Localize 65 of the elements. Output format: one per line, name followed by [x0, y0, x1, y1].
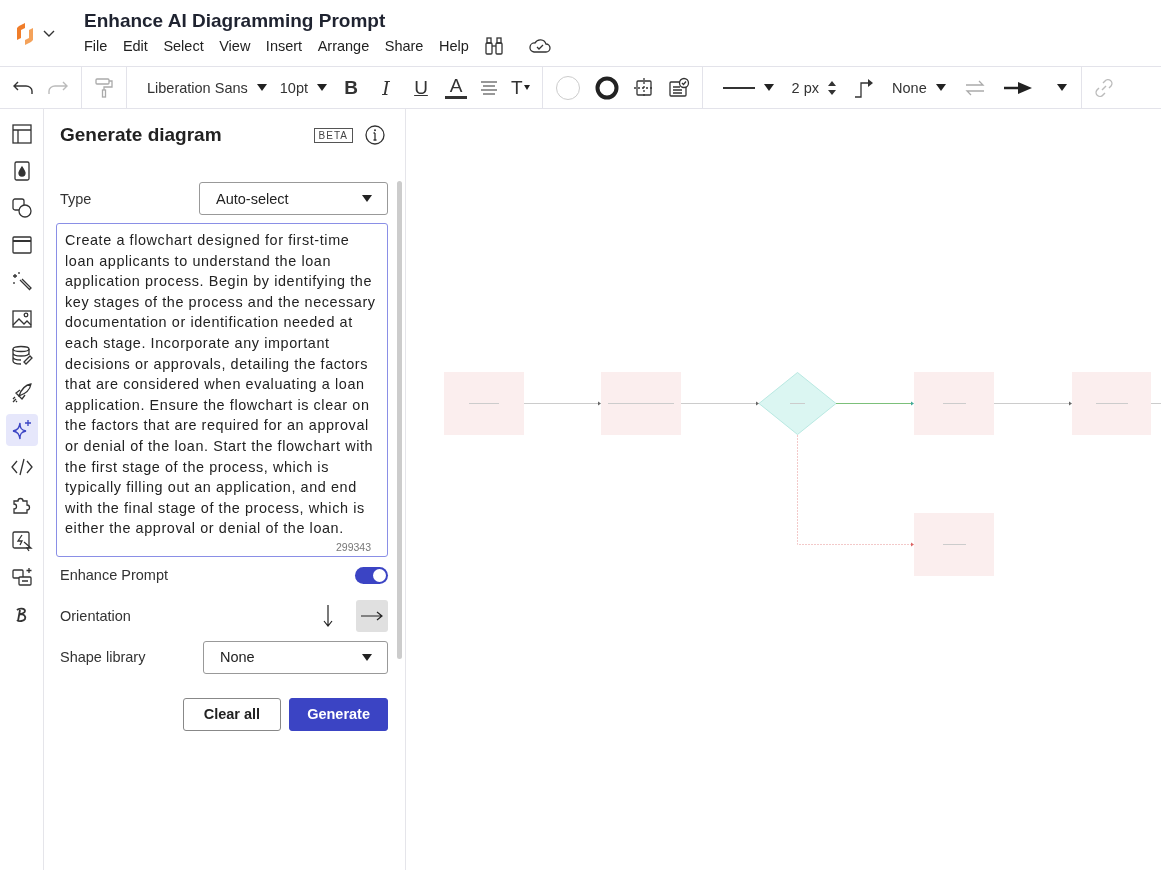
- lightning-cursor-icon: [10, 530, 33, 552]
- line-start-dropdown[interactable]: None: [892, 79, 946, 96]
- type-label: Type: [59, 190, 92, 207]
- font-dropdown[interactable]: Liberation Sans: [147, 79, 267, 96]
- arrow-right-icon: [361, 609, 383, 622]
- menu-item[interactable]: File: [84, 38, 108, 54]
- arrow-end-icon: [1003, 81, 1032, 94]
- menu-item[interactable]: Share: [384, 38, 424, 54]
- format-button[interactable]: I: [375, 76, 397, 99]
- fill-color-icon[interactable]: [554, 74, 581, 101]
- shapes-icon: [10, 197, 33, 219]
- code-icon: [10, 456, 33, 478]
- line-end-dropdown[interactable]: [1003, 81, 1067, 94]
- image-icon: [10, 308, 33, 330]
- orientation-label: Orientation: [59, 607, 131, 624]
- menu-item[interactable]: Edit: [122, 38, 148, 54]
- menu-item[interactable]: Help: [438, 38, 469, 54]
- chevron-down-icon[interactable]: [43, 30, 55, 38]
- line-style-icon: [722, 85, 755, 90]
- chat-add-icon: [10, 567, 33, 589]
- line-width-stepper[interactable]: 2 px: [791, 79, 837, 96]
- binoculars-icon[interactable]: [484, 36, 505, 56]
- type-dropdown[interactable]: Auto-select: [199, 182, 388, 215]
- window-icon: [10, 234, 33, 256]
- rocket-icon: [10, 382, 33, 404]
- arrow-down-icon: [322, 604, 334, 627]
- line-style-dropdown[interactable]: [722, 84, 774, 91]
- logo-icon[interactable]: [15, 23, 35, 45]
- panel-title: Generate diagram: [60, 124, 223, 146]
- prompt-text: Create a flowchart designed for first-time loan applicants to understand the loan application process. Begin by identifying the key stages of the process and the necessary documentation or identification needed at each stage. Incorporate any important decisions or approvals, detailing the factors that are considered when evaluating a loan application. Ensure the flowchart is clear on the factors that are required for an approval or denial of the loan. Start the flowchart with the first stage of the process, which is typically filling out an application, and end with the final stage of the process, which is either the approval or denial of the loan.: [65, 231, 377, 539]
- enhance-prompt-label: Enhance Prompt: [59, 567, 168, 584]
- text-options-button[interactable]: T: [511, 76, 530, 99]
- undo-icon[interactable]: [12, 79, 34, 96]
- shape-library-dropdown[interactable]: None: [203, 640, 388, 674]
- clear-all-button[interactable]: Clear all: [182, 697, 282, 731]
- format-button[interactable]: U: [410, 76, 432, 99]
- align-icon[interactable]: [480, 80, 498, 95]
- database-link-icon: [10, 345, 33, 367]
- document-title: Enhance AI Diagramming Prompt: [84, 10, 387, 32]
- menu-item[interactable]: Select: [163, 38, 204, 54]
- format-button[interactable]: B: [340, 76, 362, 99]
- line-color-icon[interactable]: [593, 74, 620, 101]
- checklist-icon[interactable]: [667, 76, 690, 99]
- scrollbar[interactable]: [397, 181, 402, 659]
- menu-item[interactable]: View: [219, 38, 251, 54]
- cloud-check-icon[interactable]: [528, 37, 553, 55]
- horizontal-orientation-button[interactable]: [356, 599, 388, 632]
- sidebar-tool[interactable]: [5, 414, 38, 446]
- stepper-icon: [828, 80, 837, 95]
- elbow-connector-icon[interactable]: [854, 77, 875, 98]
- shape-library-label: Shape library: [59, 649, 146, 666]
- menu-item[interactable]: Arrange: [317, 38, 370, 54]
- sparkle-icon: [10, 419, 33, 441]
- enhance-prompt-toggle[interactable]: [355, 566, 388, 584]
- character-count: 299343: [334, 540, 372, 553]
- menu-item[interactable]: Insert: [265, 38, 303, 54]
- generate-button[interactable]: Generate: [289, 697, 388, 731]
- magic-wand-icon: [10, 271, 33, 293]
- crop-icon[interactable]: [632, 76, 655, 99]
- font-size-dropdown[interactable]: 10pt: [279, 79, 327, 96]
- connector-line: [1150, 403, 1161, 404]
- beta-badge: BETA: [313, 127, 353, 143]
- layout-icon: [10, 123, 33, 145]
- format-button[interactable]: A: [445, 76, 467, 99]
- info-icon[interactable]: [365, 125, 385, 145]
